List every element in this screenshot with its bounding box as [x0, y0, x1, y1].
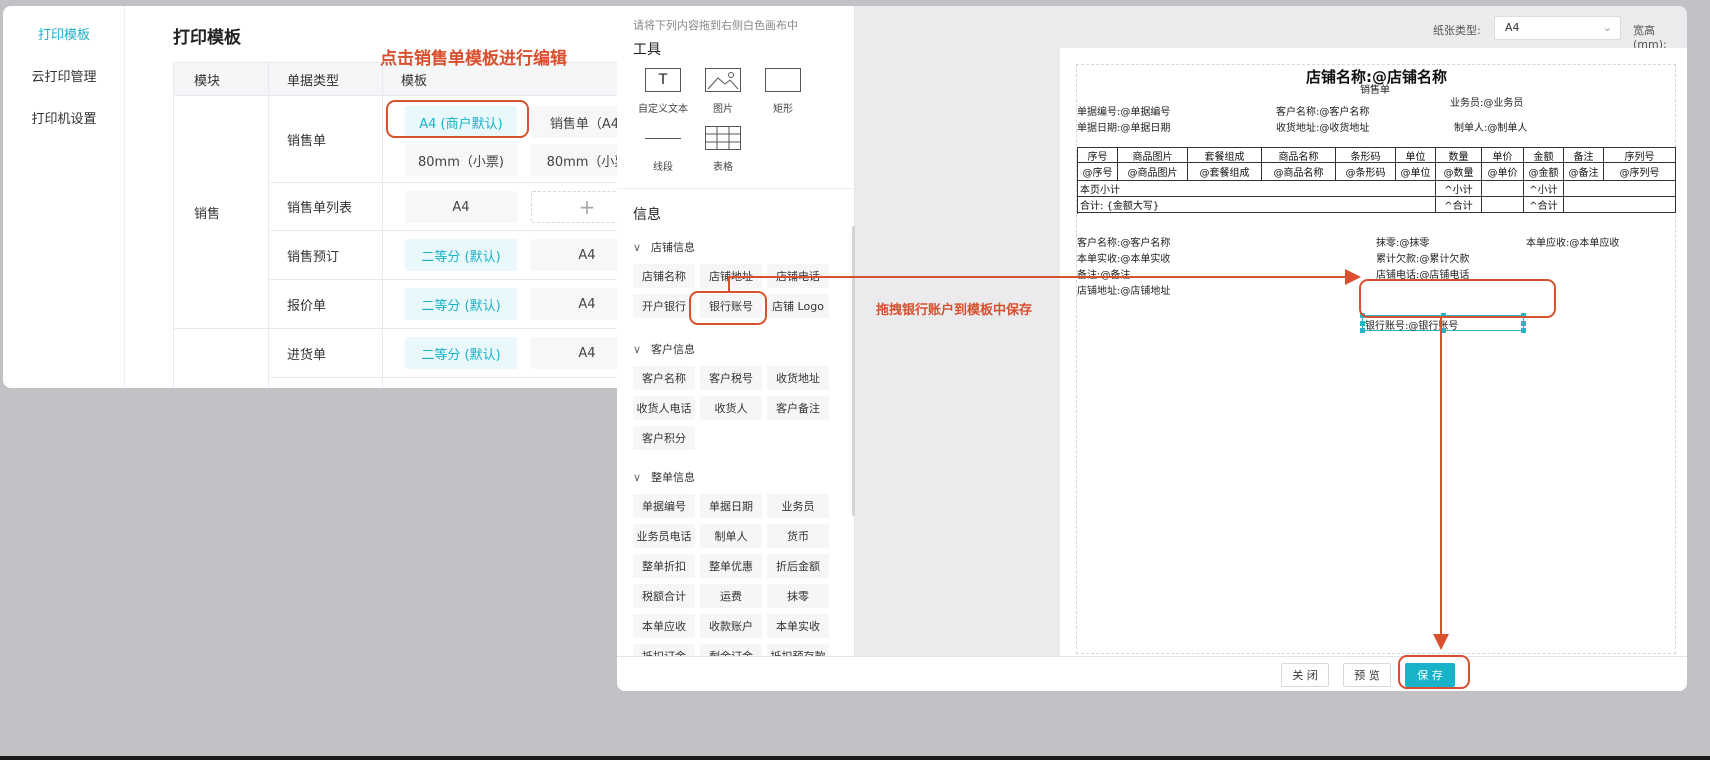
- drag-arrow: [728, 269, 1361, 291]
- annotation-arrows: [728, 269, 1449, 650]
- screen-bottom-edge: [0, 756, 1710, 760]
